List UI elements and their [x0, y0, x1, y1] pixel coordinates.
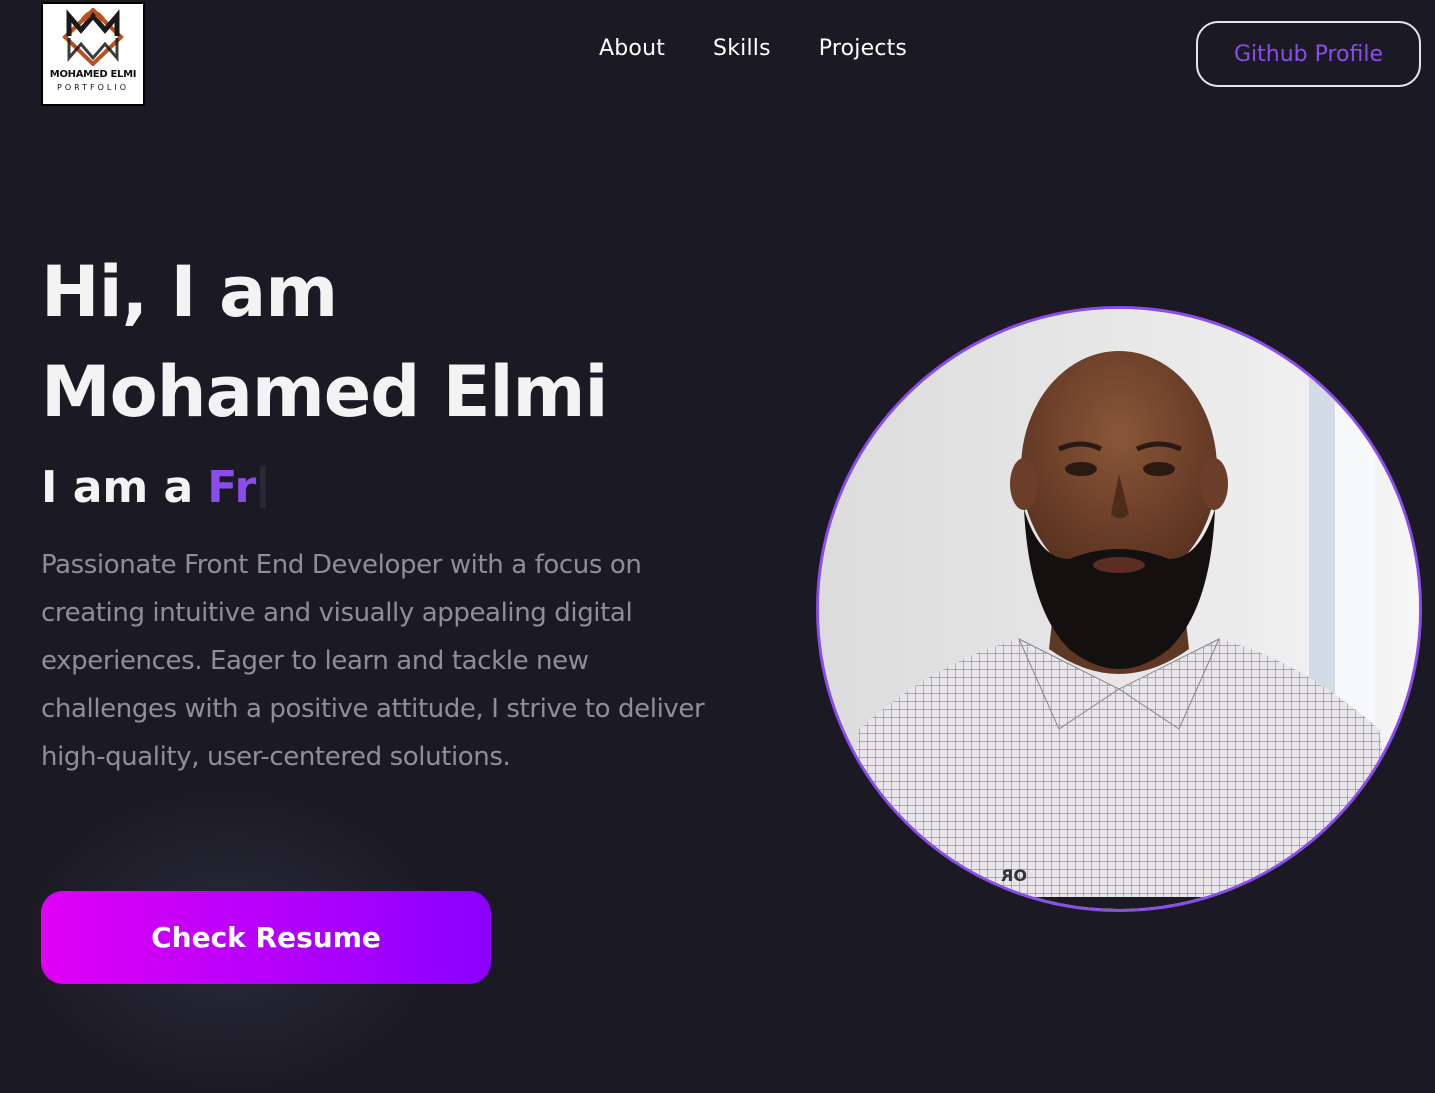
- check-resume-button[interactable]: Check Resume: [41, 891, 491, 984]
- portrait-illustration: OR: [819, 309, 1419, 909]
- nav-link-projects[interactable]: Projects: [819, 36, 907, 61]
- main-nav: About Skills Projects: [599, 36, 907, 61]
- nav-link-about[interactable]: About: [599, 36, 665, 61]
- hero-name: Mohamed Elmi: [41, 351, 608, 433]
- role-typed-text: Fr: [207, 462, 257, 513]
- hero-greeting: Hi, I am: [41, 251, 338, 333]
- shirt-print: OR: [1001, 866, 1027, 885]
- hero-bio: Passionate Front End Developer with a fo…: [41, 550, 705, 772]
- logo-name: MOHAMED ELMI: [49, 69, 137, 80]
- logo-subtitle: PORTFOLIO: [57, 83, 129, 92]
- portfolio-page: MOHAMED ELMI PORTFOLIO About Skills Proj…: [0, 0, 1435, 1093]
- profile-photo: OR: [816, 306, 1422, 912]
- hero-heading: Hi, I am Mohamed Elmi: [41, 242, 608, 442]
- role-typewriter: I am a Fr: [41, 460, 267, 516]
- github-profile-button[interactable]: Github Profile: [1196, 21, 1421, 87]
- typing-caret: [260, 466, 267, 508]
- site-logo[interactable]: MOHAMED ELMI PORTFOLIO: [41, 2, 145, 106]
- role-prefix: I am a: [41, 462, 194, 513]
- mirrored-m-logo-icon: [61, 8, 125, 66]
- nav-link-skills[interactable]: Skills: [713, 36, 771, 61]
